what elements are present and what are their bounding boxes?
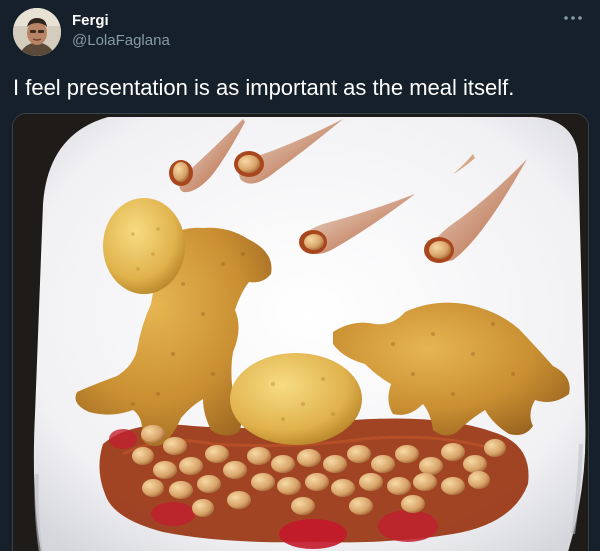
author-handle[interactable]: @LolaFaglana bbox=[72, 32, 170, 50]
author-name[interactable]: Fergi bbox=[72, 12, 109, 30]
tweet: Fergi @LolaFaglana I feel presentation i… bbox=[0, 0, 600, 551]
avatar[interactable] bbox=[13, 8, 61, 56]
more-horizontal-icon[interactable] bbox=[562, 10, 584, 26]
tweet-text: I feel presentation is as important as t… bbox=[13, 75, 515, 100]
tweet-photo[interactable] bbox=[12, 113, 589, 551]
